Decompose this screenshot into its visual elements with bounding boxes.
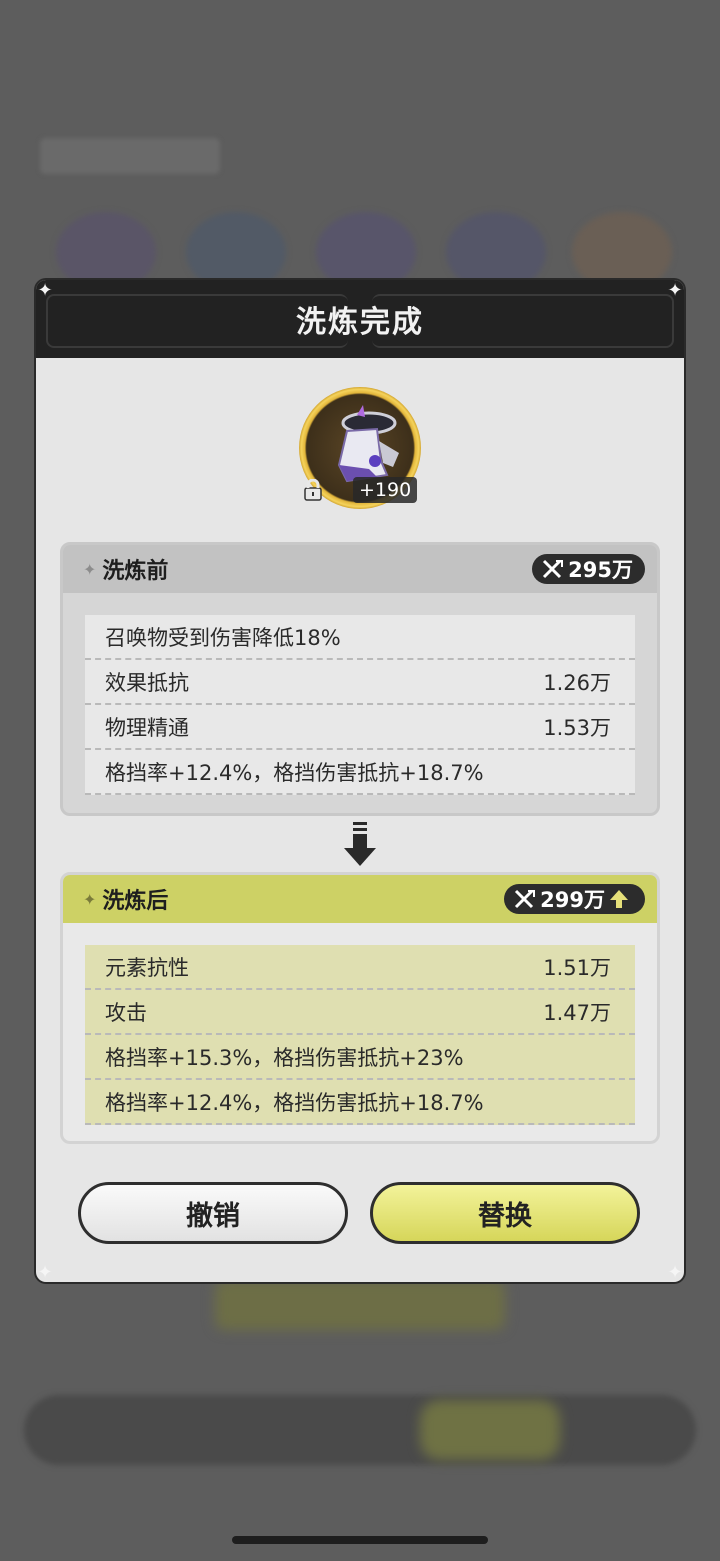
dialog-title: 洗炼完成	[296, 305, 424, 340]
crossed-swords-icon	[515, 889, 536, 909]
background-bottom-bar	[24, 1395, 696, 1465]
before-stats-list: 召唤物受到伤害降低18% 效果抵抗 1.26万 物理精通 1.53万 格挡率+1…	[85, 615, 635, 795]
before-panel-header: ✦ 洗炼前 295万	[63, 545, 657, 593]
dialog-header: 洗炼完成	[36, 280, 684, 358]
stat-row: 物理精通 1.53万	[85, 705, 635, 750]
stat-name: 元素抗性	[105, 955, 189, 980]
lock-icon	[304, 479, 322, 501]
item-level-badge: +190	[353, 477, 418, 503]
stat-row: 元素抗性 1.51万	[85, 945, 635, 990]
corner-ornament-icon: ✦	[37, 1262, 53, 1283]
home-indicator[interactable]	[232, 1536, 488, 1544]
up-arrow-icon	[610, 890, 628, 908]
replace-button[interactable]: 替换	[370, 1182, 640, 1244]
stat-row: 格挡率+12.4%，格挡伤害抵抗+18.7%	[85, 750, 635, 795]
stat-value: 1.51万	[543, 955, 611, 980]
stat-name: 格挡率+15.3%，格挡伤害抵抗+23%	[105, 1045, 464, 1070]
before-refine-panel: ✦ 洗炼前 295万 召唤物受到伤害降低18% 效果抵抗 1.26万 物理精通	[60, 542, 660, 816]
cancel-button[interactable]: 撤销	[78, 1182, 348, 1244]
corner-ornament-icon: ✦	[667, 280, 683, 301]
down-arrow-icon	[344, 822, 376, 866]
after-power-value: 299万	[540, 888, 605, 912]
stat-name: 格挡率+12.4%，格挡伤害抵抗+18.7%	[105, 760, 484, 785]
sparkle-icon: ✦	[83, 559, 97, 579]
background-bottom-highlight	[420, 1400, 560, 1460]
stat-name: 攻击	[105, 1000, 147, 1025]
stat-row: 格挡率+15.3%，格挡伤害抵抗+23%	[85, 1035, 635, 1080]
background-button-blur	[215, 1280, 505, 1330]
stat-row: 攻击 1.47万	[85, 990, 635, 1035]
after-power-badge: 299万	[504, 884, 645, 914]
equipment-item[interactable]: +190	[299, 387, 421, 509]
after-stats-list: 元素抗性 1.51万 攻击 1.47万 格挡率+15.3%，格挡伤害抵抗+23%…	[85, 945, 635, 1125]
before-power-badge: 295万	[532, 554, 645, 584]
sparkle-icon: ✦	[83, 889, 97, 909]
background-title-blur	[40, 138, 220, 174]
stat-row: 格挡率+12.4%，格挡伤害抵抗+18.7%	[85, 1080, 635, 1125]
before-power-value: 295万	[568, 558, 633, 582]
stat-name: 物理精通	[105, 715, 189, 740]
stat-value: 1.26万	[543, 670, 611, 695]
stat-row: 召唤物受到伤害降低18%	[85, 615, 635, 660]
after-panel-header: ✦ 洗炼后 299万	[63, 875, 657, 923]
corner-ornament-icon: ✦	[37, 280, 53, 301]
stat-row: 效果抵抗 1.26万	[85, 660, 635, 705]
corner-ornament-icon: ✦	[667, 1262, 683, 1283]
stat-name: 召唤物受到伤害降低18%	[105, 625, 341, 650]
stat-value: 1.47万	[543, 1000, 611, 1025]
before-panel-label: 洗炼前	[102, 559, 169, 584]
stat-value: 1.53万	[543, 715, 611, 740]
refine-result-dialog: 洗炼完成 +190 ✦ 洗炼前 295万 召唤物受到伤害降低18% 效果抵抗 1…	[36, 280, 684, 1282]
after-refine-panel: ✦ 洗炼后 299万 元素抗性 1.51万 攻击 1.47万 格挡率+15.3%…	[60, 872, 660, 1144]
stat-name: 效果抵抗	[105, 670, 189, 695]
stat-name: 格挡率+12.4%，格挡伤害抵抗+18.7%	[105, 1090, 484, 1115]
after-panel-label: 洗炼后	[102, 889, 169, 914]
crossed-swords-icon	[543, 559, 564, 579]
